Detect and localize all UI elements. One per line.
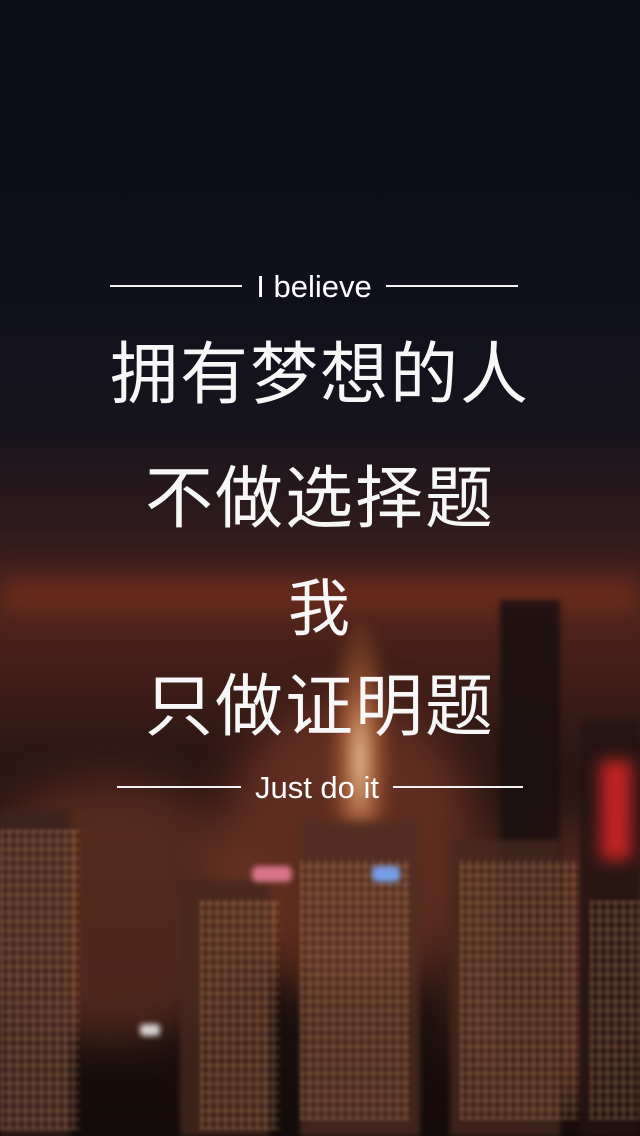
wallpaper: I believe 拥有梦想的人 不做选择题 我 只做证明题 Just do i… [0, 0, 640, 1136]
blurred-city-background [0, 0, 640, 1136]
tower-right [450, 840, 560, 1136]
tower-center-left [180, 880, 270, 1136]
top-rule-left [110, 285, 243, 287]
glow-right [440, 820, 640, 1100]
bottom-divider: Just do it [106, 769, 534, 805]
windows-right [460, 860, 580, 1120]
quote-line-1: 拥有梦想的人 [109, 336, 530, 415]
red-building-light [600, 760, 632, 860]
bottom-rule-left [116, 786, 241, 788]
windows-far-right [590, 900, 640, 1120]
top-divider: I believe [102, 268, 526, 304]
white-light-spot [140, 1024, 160, 1036]
quote-line-3: 我 [287, 572, 352, 645]
top-caption: I believe [256, 268, 372, 304]
windows-center [300, 860, 410, 1120]
windows-left [0, 830, 80, 1130]
blue-building-light [372, 866, 400, 882]
tower-far-right [580, 720, 640, 1136]
pink-building-light [252, 866, 292, 882]
bottom-caption: Just do it [254, 769, 380, 805]
top-rule-right [385, 285, 518, 287]
quote-line-4: 只做证明题 [144, 668, 495, 747]
tower-center [300, 820, 420, 1136]
bottom-rule-right [393, 786, 524, 788]
quote-line-2: 不做选择题 [144, 460, 495, 539]
glow-left [0, 780, 260, 1040]
tower-left [0, 810, 70, 1136]
windows-center-left [200, 900, 280, 1130]
